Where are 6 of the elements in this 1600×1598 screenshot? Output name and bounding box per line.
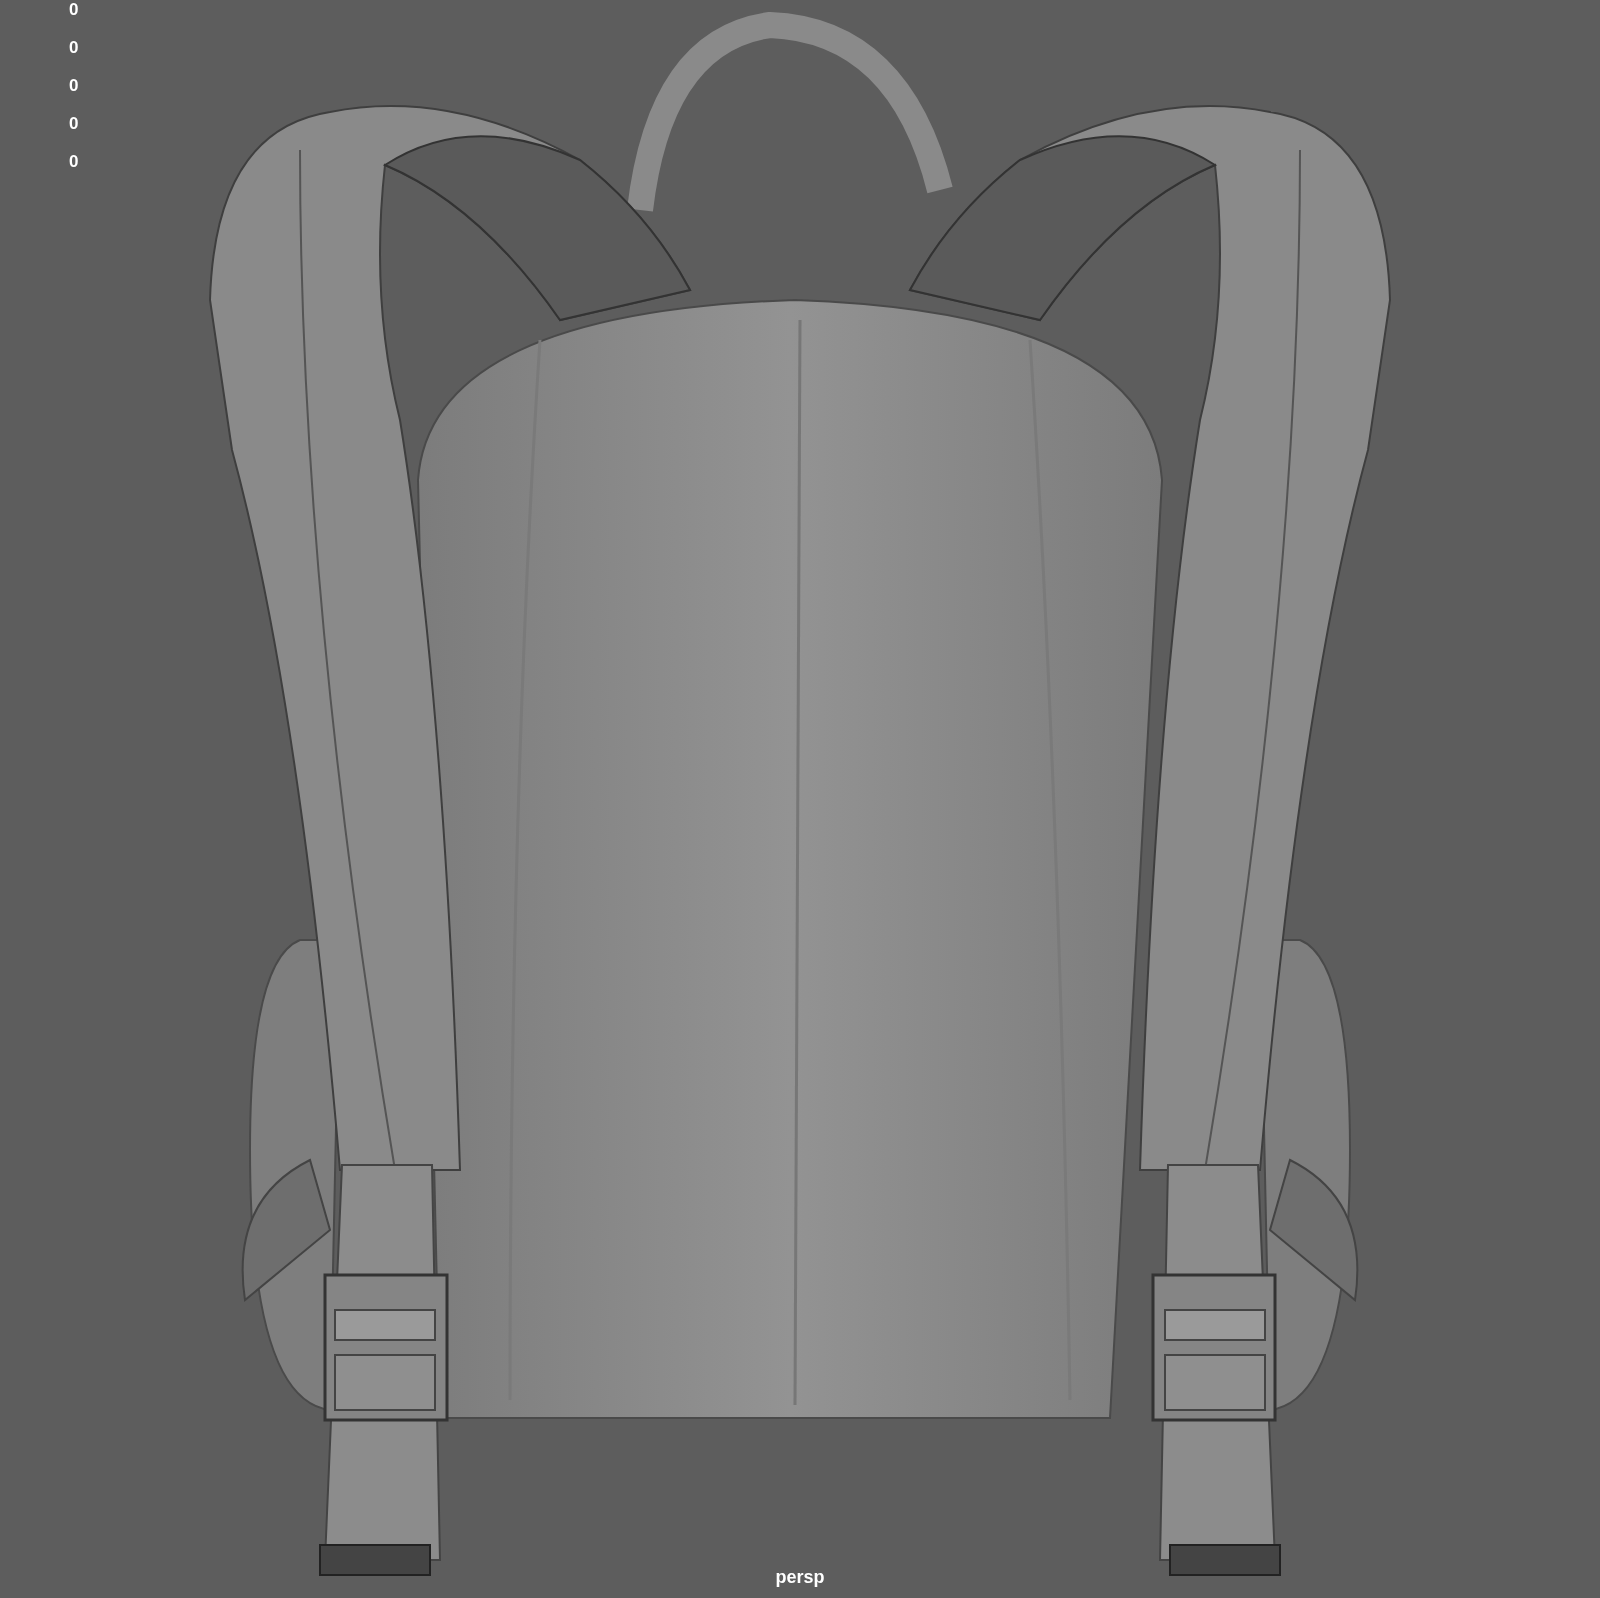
hud-value: 0 xyxy=(69,152,79,172)
camera-label: persp xyxy=(775,1567,825,1587)
hud-value: 0 xyxy=(69,76,79,96)
hud-value: 0 xyxy=(69,38,79,58)
hud-value: 0 xyxy=(69,0,79,20)
hud-value: 0 xyxy=(69,114,79,134)
